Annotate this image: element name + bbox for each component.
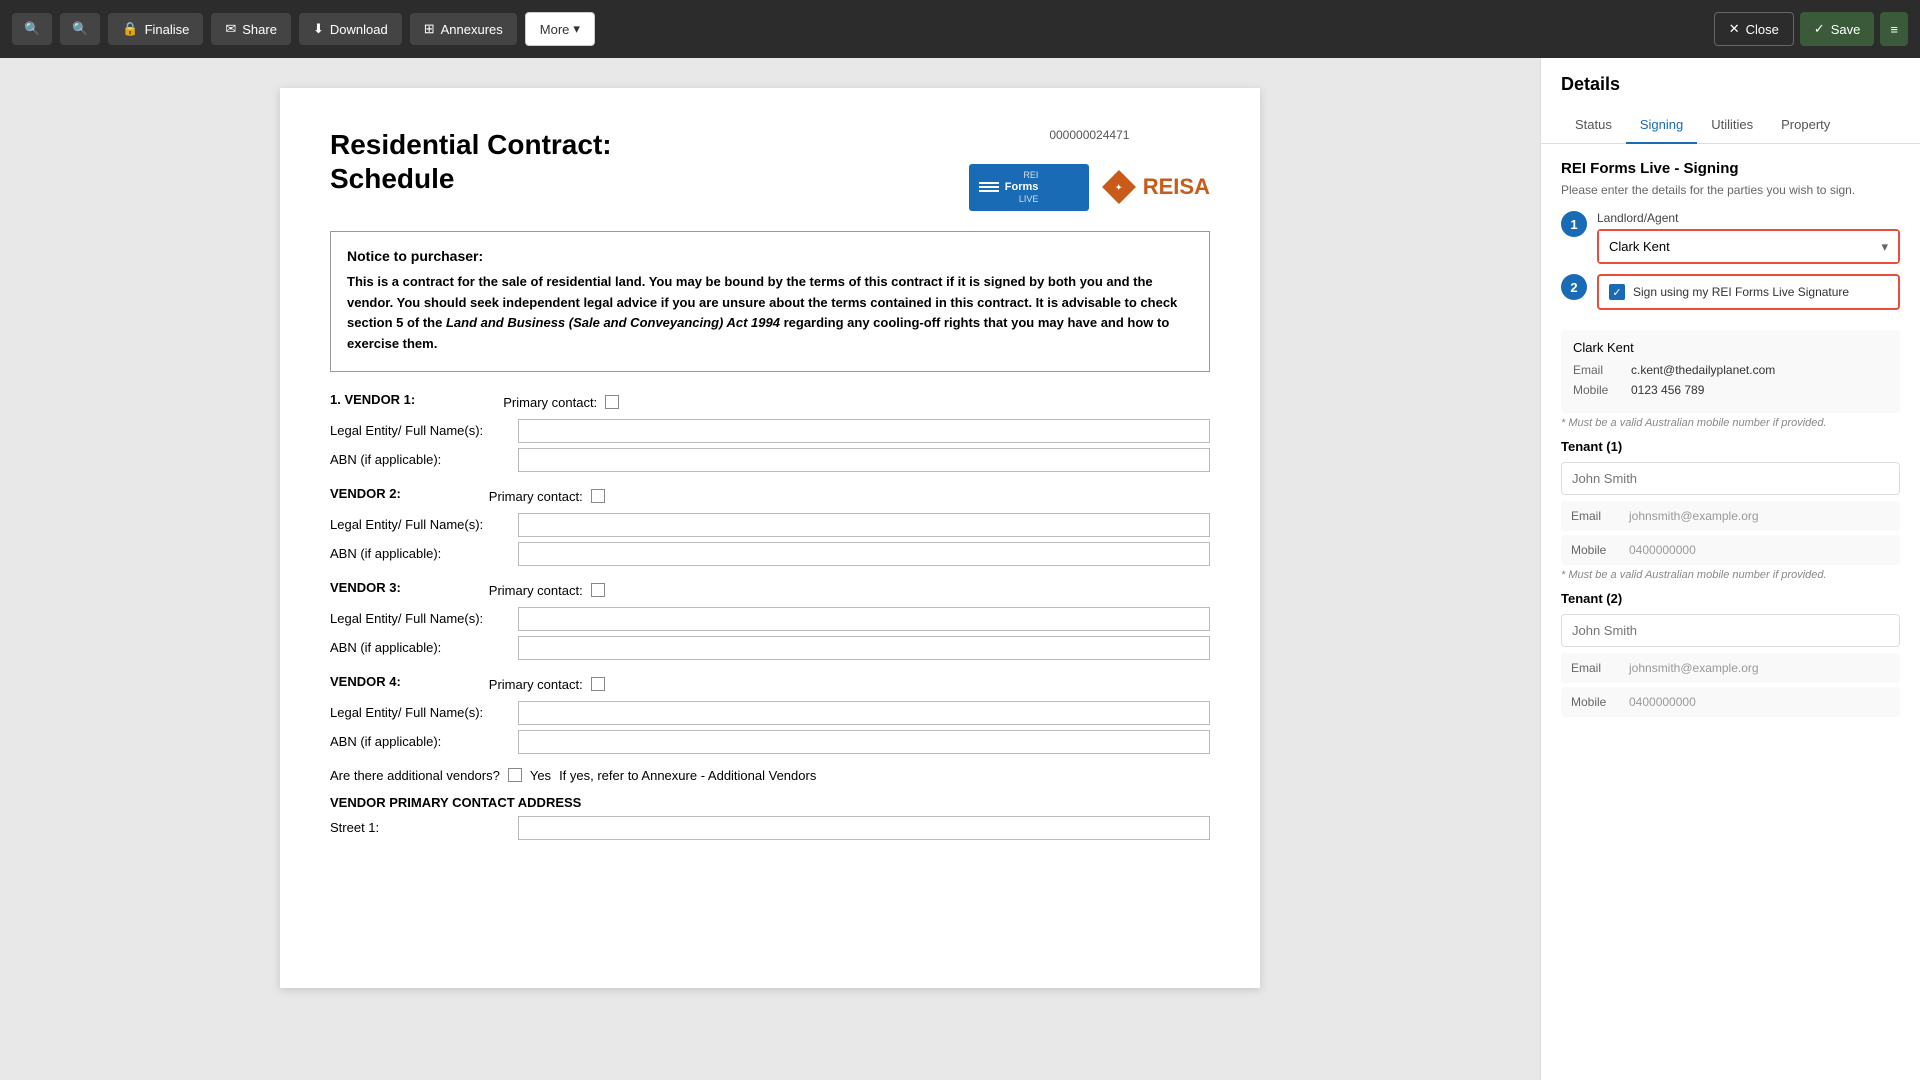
annexures-button[interactable]: ⊞ Annexures	[410, 13, 517, 45]
finalise-button[interactable]: 🔒 Finalise	[108, 13, 203, 45]
vendor-2-title-row: VENDOR 2: Primary contact:	[330, 486, 1210, 507]
landlord-hint: * Must be a valid Australian mobile numb…	[1561, 417, 1900, 429]
sidebar-header: Details	[1541, 58, 1920, 95]
additional-vendors-row: Are there additional vendors? Yes If yes…	[330, 768, 1210, 783]
share-icon: ✉	[225, 21, 236, 37]
vendor-1-abn-input[interactable]	[518, 448, 1210, 472]
tab-signing[interactable]: Signing	[1626, 107, 1697, 144]
street-1-input[interactable]	[518, 816, 1210, 840]
grid-icon: ⊞	[424, 21, 435, 37]
search-icon-1: 🔍	[24, 21, 40, 37]
badge-1: 1	[1561, 211, 1587, 237]
vendor-4-legal-input[interactable]	[518, 701, 1210, 725]
sidebar: Details Status Signing Utilities Propert…	[1540, 58, 1920, 1080]
main-layout: Residential Contract: Schedule 000000024…	[0, 58, 1920, 1080]
street-1-row: Street 1:	[330, 816, 1210, 840]
rei-signature-checkbox[interactable]: ✓	[1609, 284, 1625, 300]
share-button[interactable]: ✉ Share	[211, 13, 291, 45]
tenant-1-title: Tenant (1)	[1561, 439, 1900, 454]
vendor-1-title-row: 1. VENDOR 1: Primary contact:	[330, 392, 1210, 413]
tab-status[interactable]: Status	[1561, 107, 1626, 144]
vendor-1-abn-row: ABN (if applicable):	[330, 448, 1210, 472]
vendor-2-abn-input[interactable]	[518, 542, 1210, 566]
vendor-2-section: VENDOR 2: Primary contact: Legal Entity/…	[330, 486, 1210, 566]
checkmark-icon: ✓	[1612, 286, 1621, 299]
close-icon: ✕	[1729, 21, 1740, 37]
sidebar-title: Details	[1561, 74, 1900, 95]
signing-subtitle: Please enter the details for the parties…	[1561, 183, 1900, 197]
save-icon: ✓	[1814, 21, 1825, 37]
landlord-badge-row: 1 Landlord/Agent Clark Kent ▾	[1561, 211, 1900, 264]
tenant-1-email-row: Email johnsmith@example.org	[1561, 501, 1900, 531]
reisa-logo: ✦ REISA	[1101, 169, 1210, 205]
additional-vendors-checkbox[interactable]	[508, 768, 522, 782]
vendor-1-legal-input[interactable]	[518, 419, 1210, 443]
vendor-3-title-row: VENDOR 3: Primary contact:	[330, 580, 1210, 601]
vendor-3-legal-input[interactable]	[518, 607, 1210, 631]
doc-title: Residential Contract: Schedule	[330, 128, 612, 195]
vendor-4-abn-row: ABN (if applicable):	[330, 730, 1210, 754]
vendor-3-abn-row: ABN (if applicable):	[330, 636, 1210, 660]
vendor-4-primary-checkbox[interactable]	[591, 677, 605, 691]
document-page: Residential Contract: Schedule 000000024…	[280, 88, 1260, 988]
search-button-2[interactable]: 🔍	[60, 13, 100, 45]
tenant-1-mobile-row: Mobile 0400000000	[1561, 535, 1900, 565]
vendor-3-primary-checkbox[interactable]	[591, 583, 605, 597]
close-button[interactable]: ✕ Close	[1714, 12, 1794, 46]
notice-box: Notice to purchaser: This is a contract …	[330, 231, 1210, 372]
vendor-primary-address-header: VENDOR PRIMARY CONTACT ADDRESS	[330, 795, 1210, 810]
vendor-2-legal-row: Legal Entity/ Full Name(s):	[330, 513, 1210, 537]
download-icon: ⬇	[313, 21, 324, 37]
sidebar-tabs: Status Signing Utilities Property	[1541, 107, 1920, 144]
doc-header: Residential Contract: Schedule 000000024…	[330, 128, 1210, 211]
tenant-1-hint: * Must be a valid Australian mobile numb…	[1561, 569, 1900, 581]
lock-icon: 🔒	[122, 21, 138, 37]
vendor-1-section: 1. VENDOR 1: Primary contact: Legal Enti…	[330, 392, 1210, 472]
tenant-2-title: Tenant (2)	[1561, 591, 1900, 606]
vendor-3-section: VENDOR 3: Primary contact: Legal Entity/…	[330, 580, 1210, 660]
doc-logos: 000000024471 REI Forms	[969, 128, 1210, 211]
vendor-4-abn-input[interactable]	[518, 730, 1210, 754]
toolbar: 🔍 🔍 🔒 Finalise ✉ Share ⬇ Download ⊞ Anne…	[0, 0, 1920, 58]
vendor-4-section: VENDOR 4: Primary contact: Legal Entity/…	[330, 674, 1210, 754]
vendor-2-legal-input[interactable]	[518, 513, 1210, 537]
landlord-agent-select[interactable]: Clark Kent	[1599, 231, 1898, 262]
sidebar-signing-content: REI Forms Live - Signing Please enter th…	[1541, 144, 1920, 737]
document-area: Residential Contract: Schedule 000000024…	[0, 58, 1540, 1080]
save-button[interactable]: ✓ Save	[1800, 12, 1875, 46]
vendor-1-primary-checkbox[interactable]	[605, 395, 619, 409]
vendor-2-abn-row: ABN (if applicable):	[330, 542, 1210, 566]
clark-kent-card: Clark Kent Email c.kent@thedailyplanet.c…	[1561, 330, 1900, 413]
rei-signature-checkbox-row[interactable]: ✓ Sign using my REI Forms Live Signature	[1597, 274, 1900, 310]
tab-property[interactable]: Property	[1767, 107, 1844, 144]
menu-icon: ≡	[1890, 22, 1898, 37]
download-button[interactable]: ⬇ Download	[299, 13, 402, 45]
doc-id: 000000024471	[1049, 128, 1129, 142]
rei-forms-live-logo: REI Forms LIVE	[969, 164, 1089, 211]
search-icon-2: 🔍	[72, 21, 88, 37]
signing-title: REI Forms Live - Signing	[1561, 160, 1900, 177]
tenant-2-name-input[interactable]	[1561, 614, 1900, 647]
chevron-down-icon: ▾	[573, 21, 580, 37]
vendor-2-primary-checkbox[interactable]	[591, 489, 605, 503]
menu-button[interactable]: ≡	[1880, 12, 1908, 46]
vendor-4-title-row: VENDOR 4: Primary contact:	[330, 674, 1210, 695]
vendor-3-abn-input[interactable]	[518, 636, 1210, 660]
checkbox-badge-row: 2 ✓ Sign using my REI Forms Live Signatu…	[1561, 274, 1900, 320]
vendor-3-legal-row: Legal Entity/ Full Name(s):	[330, 607, 1210, 631]
search-button-1[interactable]: 🔍	[12, 13, 52, 45]
toolbar-right-actions: ✕ Close ✓ Save ≡	[1714, 12, 1908, 46]
tenant-2-mobile-row: Mobile 0400000000	[1561, 687, 1900, 717]
badge-2: 2	[1561, 274, 1587, 300]
vendor-4-legal-row: Legal Entity/ Full Name(s):	[330, 701, 1210, 725]
tenant-2-email-row: Email johnsmith@example.org	[1561, 653, 1900, 683]
tab-utilities[interactable]: Utilities	[1697, 107, 1767, 144]
landlord-agent-select-wrapper: Clark Kent ▾	[1597, 229, 1900, 264]
vendor-1-legal-row: Legal Entity/ Full Name(s):	[330, 419, 1210, 443]
tenant-1-name-input[interactable]	[1561, 462, 1900, 495]
landlord-agent-label: Landlord/Agent	[1597, 211, 1900, 225]
more-button[interactable]: More ▾	[525, 12, 595, 46]
